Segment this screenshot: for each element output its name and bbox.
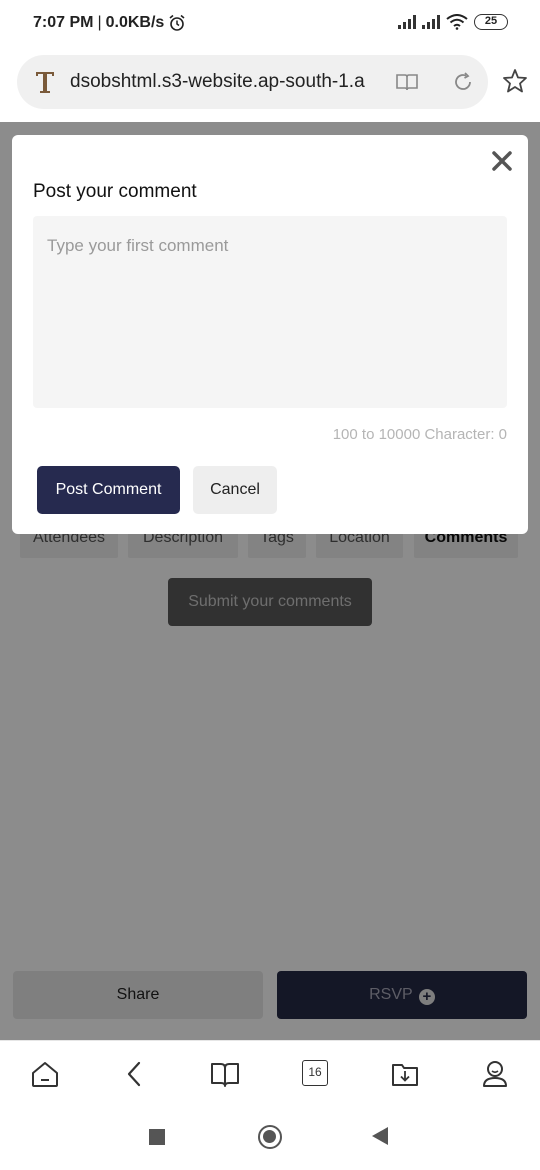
bookmarks-book-icon[interactable] <box>210 1059 240 1089</box>
alarm-icon <box>169 14 185 31</box>
reload-icon[interactable] <box>451 70 475 94</box>
profile-icon[interactable] <box>480 1059 510 1089</box>
system-back-icon[interactable] <box>372 1127 388 1145</box>
system-nav-bar <box>0 1106 540 1170</box>
comment-modal: Post your comment 100 to 10000 Character… <box>12 135 528 534</box>
status-right: 25 <box>398 14 508 30</box>
downloads-folder-icon[interactable] <box>390 1059 420 1089</box>
battery-icon: 25 <box>474 14 508 30</box>
recent-apps-icon[interactable] <box>149 1129 165 1145</box>
signal-icon <box>398 15 416 29</box>
browser-toolbar: 16 <box>0 1040 540 1106</box>
site-logo-icon <box>36 72 54 93</box>
url-text[interactable]: dsobshtml.s3-website.ap-south-1.a <box>70 71 370 93</box>
bookmark-star-icon[interactable] <box>502 68 528 94</box>
status-separator: | <box>97 14 102 31</box>
status-time: 7:07 PM <box>33 14 94 31</box>
signal-icon-2 <box>422 15 440 29</box>
status-left: 7:07 PM | 0.0KB/s <box>33 14 186 32</box>
wifi-icon <box>446 14 468 30</box>
system-home-icon[interactable] <box>258 1125 282 1149</box>
reader-mode-icon[interactable] <box>395 70 419 94</box>
tabs-count-icon[interactable]: 16 <box>302 1060 328 1086</box>
close-icon[interactable] <box>490 149 514 173</box>
status-bar: 7:07 PM | 0.0KB/s 25 <box>0 0 540 50</box>
comment-textarea[interactable] <box>33 216 507 408</box>
address-bar[interactable]: dsobshtml.s3-website.ap-south-1.a <box>17 55 488 109</box>
status-speed: 0.0KB/s <box>105 14 165 31</box>
character-count: 100 to 10000 Character: 0 <box>332 426 507 443</box>
modal-title: Post your comment <box>33 181 197 202</box>
back-icon[interactable] <box>120 1059 150 1089</box>
post-comment-button[interactable]: Post Comment <box>37 466 180 514</box>
home-icon[interactable] <box>30 1059 60 1089</box>
cancel-button[interactable]: Cancel <box>193 466 277 514</box>
